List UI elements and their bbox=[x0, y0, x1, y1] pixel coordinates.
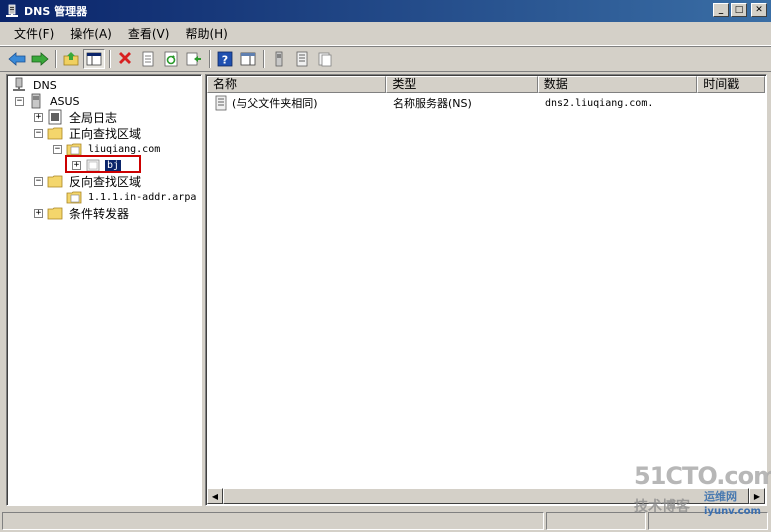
delete-button[interactable] bbox=[114, 49, 136, 69]
new-zone-button[interactable] bbox=[314, 49, 336, 69]
expand-icon[interactable]: + bbox=[34, 208, 43, 218]
tree-label-server: ASUS bbox=[50, 94, 80, 108]
expand-icon[interactable]: + bbox=[34, 112, 43, 122]
folder-icon bbox=[47, 127, 63, 140]
status-pane-2 bbox=[546, 512, 646, 530]
list-header: 名称 类型 数据 时间戳 bbox=[207, 76, 765, 93]
tree-label-dns: DNS bbox=[33, 78, 57, 92]
toolbar-separator bbox=[263, 50, 265, 68]
export-icon bbox=[186, 52, 201, 66]
record-list-icon bbox=[296, 51, 308, 67]
properties-button[interactable] bbox=[137, 49, 159, 69]
server-icon bbox=[31, 93, 41, 109]
forward-button[interactable] bbox=[29, 49, 51, 69]
close-button[interactable]: ✕ bbox=[751, 3, 767, 17]
status-bar bbox=[0, 510, 771, 532]
tree-label-reverse-zones: 反向查找区域 bbox=[69, 174, 142, 189]
console-tree-icon bbox=[86, 52, 102, 66]
tree-node-server[interactable]: − ASUS bbox=[15, 93, 82, 109]
collapse-icon[interactable]: − bbox=[34, 176, 43, 186]
collapse-icon[interactable]: − bbox=[15, 96, 24, 106]
red-highlight-box bbox=[65, 155, 141, 173]
help-button[interactable]: ? bbox=[214, 49, 236, 69]
refresh-button[interactable] bbox=[160, 49, 182, 69]
cell-type: 名称服务器(NS) bbox=[393, 97, 472, 110]
collapse-icon[interactable]: − bbox=[53, 144, 62, 154]
table-row[interactable]: (与父文件夹相同) 名称服务器(NS) dns2.liuqiang.com. bbox=[207, 95, 699, 111]
record-name: (与父文件夹相同) bbox=[232, 97, 318, 110]
results-list-pane[interactable]: 名称 类型 数据 时间戳 (与父文件夹相同) 名称服务器(NS) dns2.li… bbox=[205, 74, 767, 506]
export-list-button[interactable] bbox=[183, 49, 205, 69]
tree-label-forwarders: 条件转发器 bbox=[69, 206, 130, 221]
menu-view[interactable]: 查看(V) bbox=[120, 23, 178, 44]
menu-file[interactable]: 文件(F) bbox=[6, 23, 62, 44]
column-header-timestamp[interactable]: 时间戳 bbox=[697, 76, 765, 93]
column-header-name[interactable]: 名称 bbox=[207, 76, 387, 93]
folder-icon bbox=[47, 175, 63, 188]
horizontal-scrollbar[interactable]: ◀ ▶ bbox=[207, 488, 765, 504]
tree-node-reverse-entry[interactable]: 1.1.1.in-addr.arpa bbox=[53, 189, 198, 205]
window-title: DNS 管理器 bbox=[24, 5, 88, 18]
dns-app-icon bbox=[6, 4, 18, 17]
tree-node-global-log[interactable]: + 全局日志 bbox=[34, 109, 119, 125]
console-tree-pane[interactable]: DNS − ASUS + 全局日志 − 正向查找区域 − liuqiang.co… bbox=[6, 74, 202, 506]
zone-file-icon bbox=[66, 191, 82, 204]
tree-node-forward-zones[interactable]: − 正向查找区域 bbox=[34, 125, 143, 141]
tree-label-zone: liuqiang.com bbox=[88, 143, 161, 155]
back-arrow-icon bbox=[8, 52, 26, 66]
record-icon bbox=[215, 95, 227, 111]
show-action-pane-button[interactable] bbox=[237, 49, 259, 69]
menu-bar: 文件(F) 操作(A) 查看(V) 帮助(H) bbox=[0, 22, 771, 46]
toolbar-separator bbox=[209, 50, 211, 68]
menu-action[interactable]: 操作(A) bbox=[62, 23, 120, 44]
svg-text:?: ? bbox=[222, 54, 228, 67]
delete-icon bbox=[119, 52, 131, 64]
tree-label-global-log: 全局日志 bbox=[69, 110, 118, 125]
close-icon: ✕ bbox=[755, 4, 763, 15]
status-pane-3 bbox=[648, 512, 768, 530]
back-button[interactable] bbox=[6, 49, 28, 69]
help-icon: ? bbox=[217, 51, 233, 67]
scroll-right-button[interactable]: ▶ bbox=[749, 488, 765, 504]
update-server-data-button[interactable] bbox=[268, 49, 290, 69]
minimize-button[interactable]: _ bbox=[713, 3, 729, 17]
forward-arrow-icon bbox=[31, 52, 49, 66]
refresh-icon bbox=[164, 51, 178, 67]
cell-name: (与父文件夹相同) bbox=[207, 95, 387, 111]
folder-icon bbox=[47, 207, 63, 220]
tree-label-forward-zones: 正向查找区域 bbox=[69, 126, 142, 141]
tree-node-conditional-forwarders[interactable]: + 条件转发器 bbox=[34, 205, 131, 221]
folder-up-icon bbox=[63, 52, 79, 66]
minimize-icon: _ bbox=[718, 4, 724, 15]
event-log-icon bbox=[48, 109, 62, 125]
zone-icon bbox=[318, 52, 332, 67]
scrollbar-thumb[interactable] bbox=[223, 488, 749, 504]
dns-root-icon bbox=[13, 77, 25, 91]
scroll-left-button[interactable]: ◀ bbox=[207, 488, 223, 504]
maximize-button[interactable]: □ bbox=[731, 3, 747, 17]
menu-help[interactable]: 帮助(H) bbox=[177, 23, 235, 44]
clear-cache-button[interactable] bbox=[291, 49, 313, 69]
column-header-type[interactable]: 类型 bbox=[386, 76, 538, 93]
action-pane-icon bbox=[240, 52, 256, 66]
server-icon bbox=[275, 51, 283, 67]
tree-node-dns[interactable]: DNS bbox=[11, 77, 59, 93]
show-hide-tree-button[interactable] bbox=[83, 49, 105, 69]
maximize-icon: □ bbox=[734, 4, 744, 15]
title-bar[interactable]: DNS 管理器 _ □ ✕ bbox=[0, 0, 771, 22]
column-header-data[interactable]: 数据 bbox=[537, 76, 698, 93]
cell-data: dns2.liuqiang.com. bbox=[545, 97, 654, 109]
arrow-right-icon: ▶ bbox=[753, 491, 761, 501]
up-level-button[interactable] bbox=[60, 49, 82, 69]
properties-icon bbox=[142, 51, 154, 67]
arrow-left-icon: ◀ bbox=[211, 491, 219, 501]
toolbar-separator bbox=[55, 50, 57, 68]
toolbar: ? bbox=[0, 46, 771, 72]
tree-label-reverse-entry: 1.1.1.in-addr.arpa bbox=[88, 191, 197, 203]
collapse-icon[interactable]: − bbox=[34, 128, 43, 138]
toolbar-separator bbox=[109, 50, 111, 68]
status-pane-main bbox=[2, 512, 544, 530]
tree-node-reverse-zones[interactable]: − 反向查找区域 bbox=[34, 173, 143, 189]
